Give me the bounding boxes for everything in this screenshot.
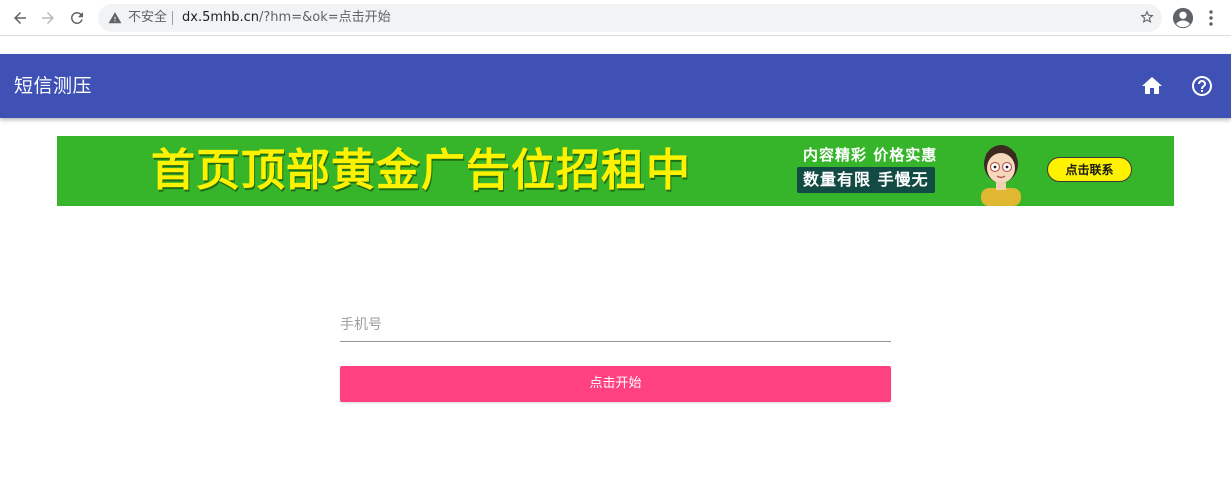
reload-button[interactable] xyxy=(67,8,87,28)
warning-icon xyxy=(108,12,122,24)
phone-input[interactable] xyxy=(340,312,891,338)
forward-arrow-icon xyxy=(42,12,54,24)
banner-headline: 首页顶部黄金广告位招租中 xyxy=(151,145,691,196)
back-button[interactable] xyxy=(10,8,30,28)
profile-avatar-icon[interactable] xyxy=(1172,7,1194,29)
home-icon xyxy=(1142,77,1162,94)
cartoon-person-icon xyxy=(981,145,1021,206)
phone-field xyxy=(340,310,891,342)
start-button[interactable]: 点击开始 xyxy=(340,366,891,402)
forward-button[interactable] xyxy=(38,8,58,28)
banner-subline: 内容精彩 价格实惠 xyxy=(803,146,938,164)
home-button[interactable] xyxy=(1140,74,1164,98)
reload-icon xyxy=(70,11,83,24)
banner-ad[interactable]: 首页顶部黄金广告位招租中 内容精彩 价格实惠 数量有限 手慢无 点击联系 xyxy=(57,136,1174,206)
help-icon xyxy=(1192,76,1212,96)
app-title: 短信测压 xyxy=(14,75,93,97)
url-text[interactable]: dx.5mhb.cn/?hm=&ok=点击开始 xyxy=(182,10,391,26)
security-label: 不安全 xyxy=(128,10,168,25)
back-arrow-icon xyxy=(14,12,26,24)
divider xyxy=(172,11,173,25)
app-bar: 短信测压 xyxy=(0,54,1231,118)
banner-pill: 数量有限 手慢无 xyxy=(797,167,935,193)
more-vert-icon[interactable] xyxy=(1206,9,1216,27)
url-path: /?hm=&ok=点击开始 xyxy=(259,10,391,25)
bookmark-star-icon[interactable] xyxy=(1139,9,1155,25)
help-button[interactable] xyxy=(1190,74,1214,98)
url-host: dx.5mhb.cn xyxy=(182,10,260,25)
browser-toolbar: 不安全 dx.5mhb.cn/?hm=&ok=点击开始 xyxy=(0,0,1231,36)
address-bar[interactable]: 不安全 dx.5mhb.cn/?hm=&ok=点击开始 xyxy=(98,4,1162,32)
banner-contact-button[interactable]: 点击联系 xyxy=(1047,157,1132,182)
